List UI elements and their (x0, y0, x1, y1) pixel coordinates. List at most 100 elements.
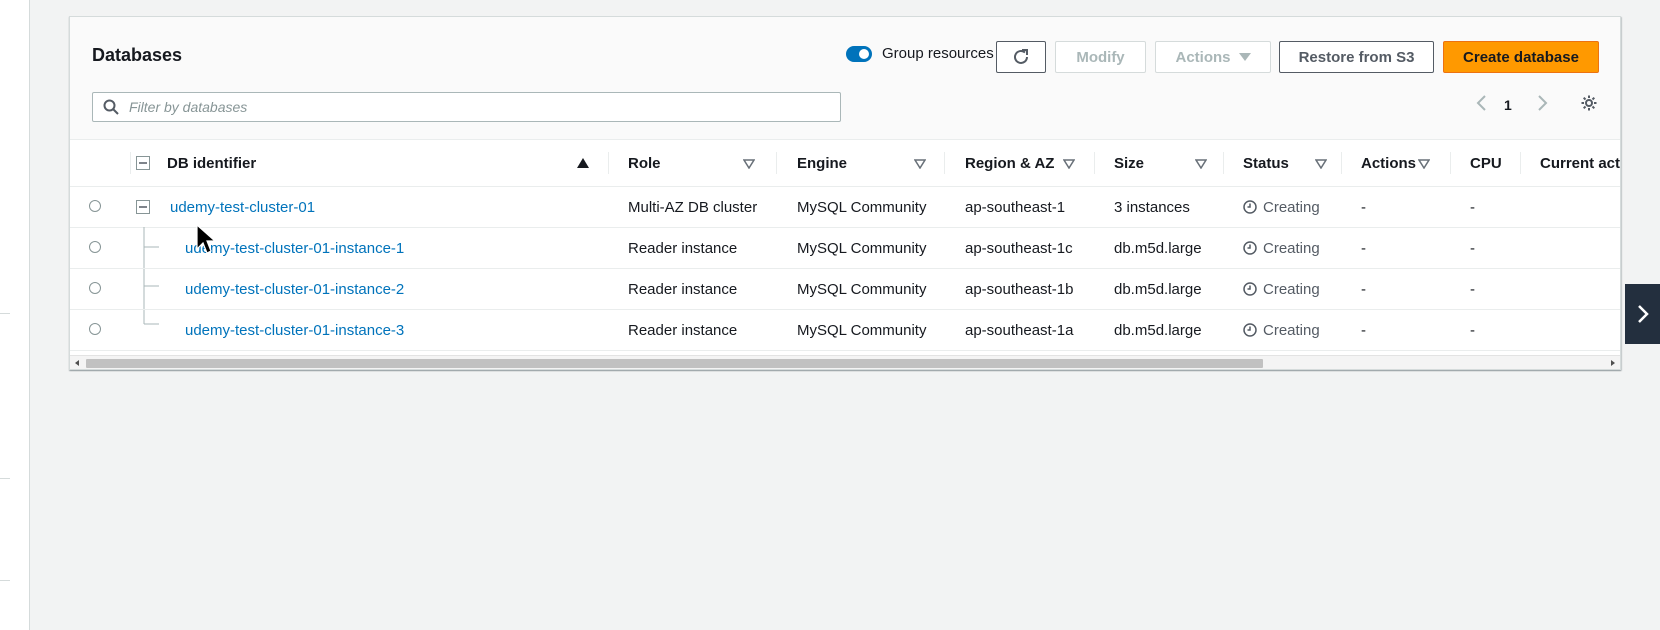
cpu-cell: - (1470, 321, 1475, 339)
create-database-button[interactable]: Create database (1443, 41, 1599, 73)
filter-search-box[interactable] (92, 92, 841, 122)
cpu-cell: - (1470, 280, 1475, 298)
actions-label: Actions (1175, 48, 1231, 66)
column-header-status[interactable]: Status (1223, 140, 1341, 186)
actions-cell: - (1361, 280, 1366, 298)
engine-cell: MySQL Community (797, 280, 927, 298)
status-cell: Creating (1243, 228, 1320, 268)
sort-icon (1063, 159, 1075, 169)
actions-dropdown[interactable]: Actions (1155, 41, 1271, 73)
engine-cell: MySQL Community (797, 239, 927, 257)
next-page-icon[interactable] (1535, 94, 1549, 112)
row-select-radio[interactable] (89, 282, 101, 294)
region-cell: ap-southeast-1c (965, 239, 1073, 257)
size-cell: 3 instances (1114, 198, 1190, 216)
column-label: Region & AZ (965, 154, 1055, 172)
panel-header: Databases Group resources Modify Actions… (70, 17, 1620, 139)
status-cell: Creating (1243, 187, 1320, 227)
column-label: Current activity (1540, 154, 1621, 172)
column-label: Status (1243, 154, 1289, 172)
engine-cell: MySQL Community (797, 198, 927, 216)
collapse-group-icon[interactable] (136, 200, 150, 214)
db-identifier-link[interactable]: udemy-test-cluster-01-instance-2 (185, 281, 404, 298)
row-select-radio[interactable] (89, 323, 101, 335)
sort-icon (1315, 159, 1327, 169)
column-header-cpu[interactable]: CPU (1450, 140, 1520, 186)
clock-icon (1243, 241, 1257, 255)
rail-divider (0, 580, 10, 581)
column-header-db-identifier[interactable]: DB identifier (167, 140, 607, 186)
db-identifier-link[interactable]: udemy-test-cluster-01 (170, 199, 315, 216)
group-resources-label: Group resources (882, 45, 994, 62)
column-label: Actions (1361, 154, 1417, 172)
status-label: Creating (1263, 280, 1320, 298)
cpu-cell: - (1470, 198, 1475, 216)
group-resources-toggle-wrap[interactable]: Group resources (846, 45, 994, 62)
scrollbar-thumb[interactable] (86, 359, 1263, 368)
region-cell: ap-southeast-1 (965, 198, 1066, 216)
create-label: Create database (1463, 48, 1579, 66)
size-cell: db.m5d.large (1114, 280, 1202, 298)
column-header-current-activity[interactable]: Current activity (1520, 140, 1621, 186)
scroll-left-arrow-icon[interactable] (75, 360, 79, 366)
column-header-region-az[interactable]: Region & AZ (944, 140, 1094, 186)
engine-cell: MySQL Community (797, 321, 927, 339)
actions-cell: - (1361, 198, 1366, 216)
previous-page-icon[interactable] (1475, 94, 1489, 112)
status-label: Creating (1263, 239, 1320, 257)
mouse-cursor-icon (196, 224, 217, 254)
restore-from-s3-button[interactable]: Restore from S3 (1279, 41, 1434, 73)
table-row[interactable]: udemy-test-cluster-01-instance-2 Reader … (70, 269, 1620, 310)
modify-button[interactable]: Modify (1055, 41, 1146, 73)
horizontal-scrollbar[interactable] (70, 355, 1620, 369)
sort-ascending-icon (577, 158, 589, 168)
column-header-engine[interactable]: Engine (776, 140, 946, 186)
databases-panel: Databases Group resources Modify Actions… (69, 16, 1621, 370)
filter-input[interactable] (127, 94, 840, 120)
table-row[interactable]: udemy-test-cluster-01 Multi-AZ DB cluste… (70, 187, 1620, 228)
table-row[interactable]: udemy-test-cluster-01-instance-3 Reader … (70, 310, 1620, 351)
status-label: Creating (1263, 198, 1320, 216)
gear-icon[interactable] (1580, 94, 1598, 112)
modify-label: Modify (1076, 48, 1125, 66)
scroll-right-arrow-icon[interactable] (1611, 360, 1615, 366)
caret-down-icon (1238, 53, 1251, 61)
left-nav-rail (0, 0, 30, 630)
table-row[interactable]: udemy-test-cluster-01-instance-1 Reader … (70, 228, 1620, 269)
cpu-cell: - (1470, 239, 1475, 257)
size-cell: db.m5d.large (1114, 239, 1202, 257)
column-header-actions[interactable]: Actions (1341, 140, 1450, 186)
sort-icon (743, 159, 755, 169)
role-cell: Multi-AZ DB cluster (628, 198, 758, 216)
actions-cell: - (1361, 239, 1366, 257)
refresh-icon (1014, 49, 1028, 64)
size-cell: db.m5d.large (1114, 321, 1202, 339)
column-label: Size (1114, 154, 1145, 172)
rail-divider (0, 313, 10, 314)
restore-label: Restore from S3 (1298, 48, 1415, 66)
current-page[interactable]: 1 (1504, 97, 1512, 113)
row-select-radio[interactable] (89, 241, 101, 253)
collapse-all-icon[interactable] (136, 156, 150, 170)
sort-icon (1418, 159, 1430, 169)
clock-icon (1243, 282, 1257, 296)
sort-icon (914, 159, 926, 169)
sort-icon (1195, 159, 1207, 169)
column-label: Engine (797, 154, 848, 172)
column-label: CPU (1470, 154, 1502, 172)
page-title: Databases (92, 45, 183, 65)
refresh-button[interactable] (996, 41, 1046, 73)
split-panel-toggle[interactable] (1625, 284, 1660, 344)
role-cell: Reader instance (628, 280, 738, 298)
column-label: DB identifier (167, 154, 257, 172)
role-cell: Reader instance (628, 239, 738, 257)
column-header-size[interactable]: Size (1094, 140, 1222, 186)
chevron-right-icon (1637, 305, 1649, 323)
row-select-radio[interactable] (89, 200, 101, 212)
role-cell: Reader instance (628, 321, 738, 339)
column-header-role[interactable]: Role (608, 140, 778, 186)
table-header: DB identifier Role Engine Region & AZ Si… (70, 140, 1620, 187)
group-resources-toggle[interactable] (846, 45, 872, 62)
clock-icon (1243, 200, 1257, 214)
db-identifier-link[interactable]: udemy-test-cluster-01-instance-3 (185, 322, 404, 339)
